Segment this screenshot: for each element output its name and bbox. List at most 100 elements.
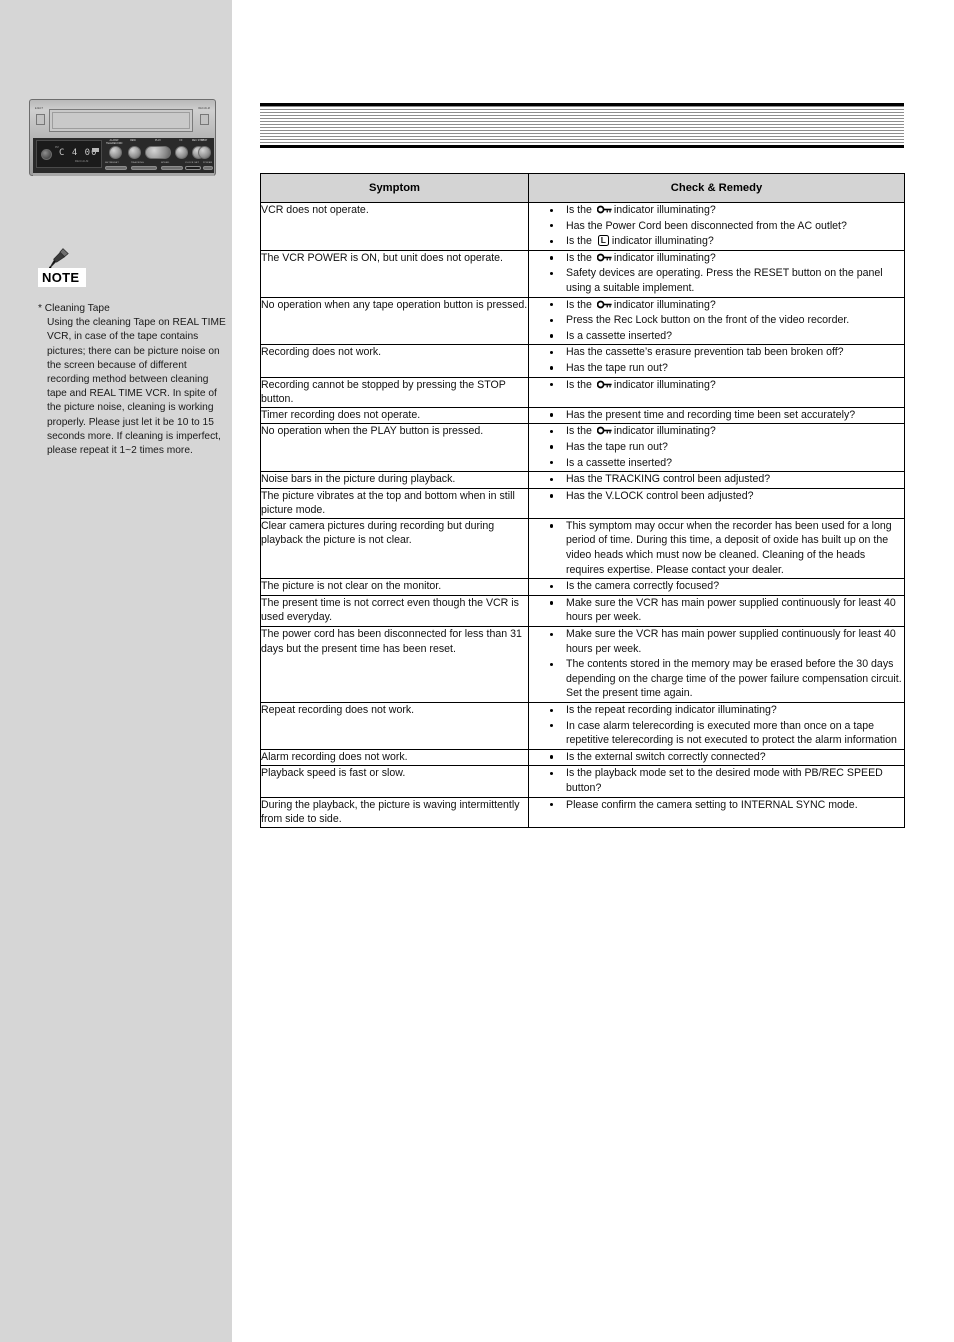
remedy-text: Has the tape run out? — [566, 440, 668, 453]
table-row: Playback speed is fast or slow. Is the pl… — [260, 765, 905, 798]
remedy-item: Is the external switch correctly connect… — [529, 750, 904, 765]
symptom-cell: The VCR POWER is ON, but unit does not o… — [260, 249, 529, 298]
vcr-mini-button-tracking — [131, 166, 157, 170]
remedy-item: Has the tape run out? — [529, 440, 904, 455]
vcr-knob-label-rew: REW — [130, 139, 136, 142]
bullet-icon — [550, 445, 554, 449]
remedy-text: The contents stored in the memory may be… — [566, 658, 902, 700]
key-indicator-icon — [596, 253, 612, 262]
table-row: The power cord has been disconnected for… — [260, 626, 905, 703]
remedy-item: Safety devices are operating. Press the … — [529, 266, 904, 295]
table-row: Repeat recording does not work. Is the re… — [260, 702, 905, 750]
remedy-cell: Please confirm the camera setting to INT… — [528, 796, 905, 828]
symptom-cell: Timer recording does not operate. — [260, 406, 529, 425]
bullet-icon — [550, 601, 554, 605]
vcr-cassette-slot-inner — [52, 112, 190, 129]
remedy-item: Is the indicator illuminating? — [529, 378, 904, 393]
remedy-text: Has the Power Cord been disconnected fro… — [566, 219, 847, 232]
remedy-cell: Make sure the VCR has main power supplie… — [528, 626, 905, 703]
vcr-chassis: EJECT REC/ALM PM C 4 00 REC/ALM ALARM/ T… — [29, 99, 216, 176]
vcr-front-panel-illustration: EJECT REC/ALM PM C 4 00 REC/ALM ALARM/ T… — [29, 99, 216, 176]
bullet-icon — [550, 755, 554, 759]
column-header-symptom: Symptom — [260, 173, 529, 203]
bullet-icon — [550, 303, 554, 307]
symptom-cell: The picture vibrates at the top and bott… — [260, 487, 529, 519]
remedy-cell: Has the cassette’s erasure prevention ta… — [528, 344, 905, 378]
bullet-icon — [550, 383, 554, 387]
bullet-icon — [550, 771, 554, 776]
vcr-lcd-sublabel: REC/ALM — [75, 160, 89, 163]
remedy-text: Has the V.LOCK control been adjusted? — [566, 489, 754, 502]
troubleshooting-table: Symptom Check & Remedy VCR does not oper… — [260, 173, 905, 828]
vcr-lcd-display: PM C 4 00 REC/ALM — [36, 140, 102, 168]
remedy-text: Is the — [566, 251, 595, 264]
vcr-mini-label-speed: SPEED — [161, 162, 170, 164]
remedy-item: Has the Power Cord been disconnected fro… — [529, 219, 904, 234]
remedy-list: Is the external switch correctly connect… — [529, 750, 904, 765]
remedy-item: Has the present time and recording time … — [529, 408, 904, 423]
symptom-cell: Recording cannot be stopped by pressing … — [260, 376, 529, 408]
vcr-bottom-strip — [33, 173, 214, 176]
table-row: Alarm recording does not work. Is the ext… — [260, 748, 905, 767]
bullet-icon — [550, 477, 554, 481]
bullet-icon — [550, 350, 554, 355]
remedy-list: Is the repeat recording indicator illumi… — [529, 703, 904, 748]
vcr-knob-rew — [128, 146, 141, 159]
remedy-cell: Is the indicator illuminating? Has the Po… — [528, 202, 905, 251]
remedy-item: Press the Rec Lock button on the front o… — [529, 313, 904, 328]
vcr-knob-alarm — [109, 146, 122, 159]
remedy-text: Is the — [566, 204, 595, 216]
remedy-item: Is the camera correctly focused? — [529, 579, 904, 594]
remedy-text: Is the — [566, 378, 595, 391]
table-row: VCR does not operate. Is the indicator il… — [260, 202, 905, 251]
remedy-item: Has the cassette’s erasure prevention ta… — [529, 345, 904, 360]
remedy-cell: Is the indicator illuminating? Has the ta… — [528, 423, 905, 473]
bullet-icon — [550, 461, 554, 465]
vcr-knob-label-alarm: ALARM/ TELERECORD — [106, 139, 123, 145]
remedy-text: Is the playback mode set to the desired … — [566, 767, 883, 794]
column-header-remedy: Check & Remedy — [528, 173, 905, 203]
vcr-eject-label: EJECT — [35, 108, 44, 110]
remedy-cell: Make sure the VCR has main power supplie… — [528, 594, 905, 628]
symptom-cell: Repeat recording does not work. — [260, 702, 529, 750]
bullet-icon — [550, 239, 554, 244]
remedy-text-tail: indicator illuminating? — [613, 298, 716, 311]
remedy-list: Is the indicator illuminating? Has the ta… — [529, 424, 904, 470]
remedy-list: Is the indicator illuminating? Safety dev… — [529, 251, 904, 296]
remedy-text: Safety devices are operating. Press the … — [566, 267, 883, 294]
remedy-item: Make sure the VCR has main power supplie… — [529, 596, 904, 625]
table-row: No operation when the PLAY button is pre… — [260, 423, 905, 473]
bullet-icon — [550, 429, 554, 434]
remedy-text: Is a cassette inserted? — [566, 329, 672, 342]
key-indicator-icon — [596, 426, 612, 435]
remedy-list: Is the indicator illuminating? Has the Po… — [529, 203, 904, 249]
remedy-text-tail: indicator illuminating? — [613, 204, 716, 216]
remedy-list: Make sure the VCR has main power supplie… — [529, 596, 904, 625]
vcr-recalm-button — [200, 114, 209, 125]
remedy-list: Has the V.LOCK control been adjusted? — [529, 489, 904, 504]
remedy-list: Is the playback mode set to the desired … — [529, 766, 904, 795]
vcr-knob-ff — [175, 146, 188, 159]
table-row: Clear camera pictures during recording b… — [260, 517, 905, 580]
note-body: Using the cleaning Tape on REAL TIME VCR… — [47, 317, 226, 457]
remedy-list: Is the indicator illuminating? — [529, 378, 904, 393]
vcr-recalm-label: REC/ALM — [198, 108, 210, 110]
remedy-item: Is a cassette inserted? — [529, 329, 904, 344]
blanked-title-banner — [260, 103, 904, 148]
bullet-icon — [550, 803, 554, 807]
remedy-list: Has the cassette’s erasure prevention ta… — [529, 345, 904, 375]
key-indicator-icon — [596, 300, 612, 308]
symptom-cell: The power cord has been disconnected for… — [260, 626, 529, 703]
symptom-cell: The picture is not clear on the monitor. — [260, 578, 529, 596]
remedy-text: Please confirm the camera setting to INT… — [566, 798, 858, 811]
bullet-icon — [550, 366, 554, 370]
key-indicator-icon — [596, 205, 612, 214]
lock-indicator-icon — [597, 235, 609, 247]
remedy-text-tail: indicator illuminating? — [613, 425, 716, 438]
bullet-icon — [550, 413, 554, 417]
remedy-item: This symptom may occur when the recorder… — [529, 519, 904, 577]
symptom-cell: Alarm recording does not work. — [260, 748, 529, 767]
symptom-cell: Playback speed is fast or slow. — [260, 765, 529, 798]
remedy-text: Has the present time and recording time … — [566, 408, 856, 421]
vcr-knob-stop — [198, 146, 211, 159]
